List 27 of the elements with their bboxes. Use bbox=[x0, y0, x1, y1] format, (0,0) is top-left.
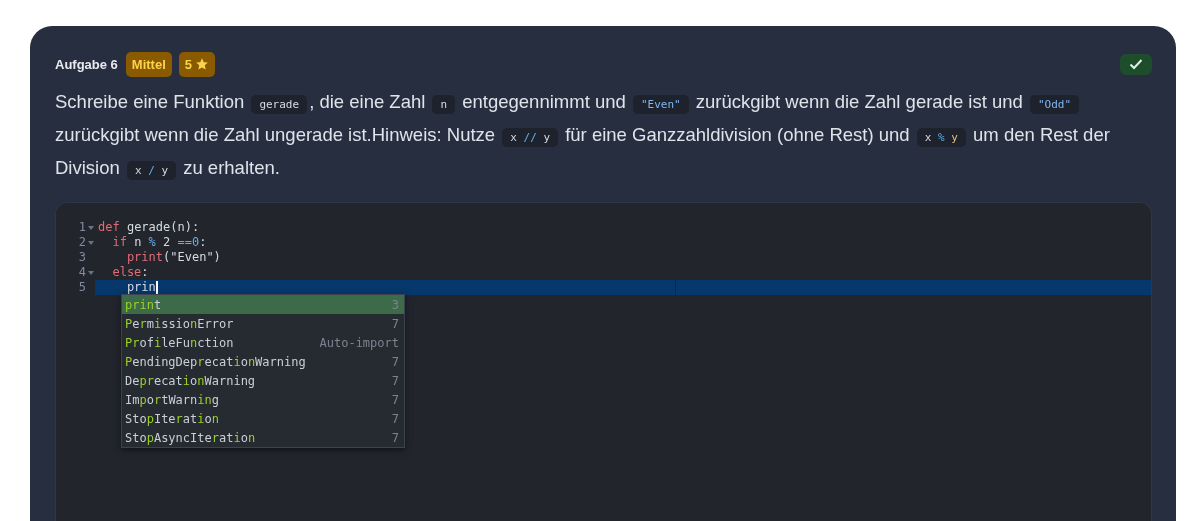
completion-item[interactable]: ProfileFunction Auto-import bbox=[122, 333, 404, 352]
star-icon bbox=[195, 57, 210, 71]
completion-item[interactable]: PermissionError 7 bbox=[122, 314, 404, 333]
code-line: def gerade(n): bbox=[97, 220, 201, 235]
completion-item[interactable]: Impo rtWarning 7 bbox=[122, 390, 404, 409]
line-number: 2 bbox=[77, 235, 86, 250]
task-description: Schreibe eine Funktion gerade , die eine Zahl n entgegennimmt und "Even" zurückgibt wenn die Zahl gerade ist und "Odd" zurückgibt wenn die Zahl ungerade ist.Hinweis: Nutze x // y für eine Ganzzahldivision (ohne Rest) und x % y um den Rest der Division x / y zu erhalten. bbox=[55, 90, 1111, 182]
fold-arrow-icon[interactable] bbox=[87, 240, 94, 245]
code-editor[interactable] bbox=[55, 202, 1152, 521]
fold-arrow-icon[interactable] bbox=[87, 225, 94, 230]
completion-item[interactable]: PendingDeprecationWarning 7 bbox=[122, 352, 404, 371]
line-number: 4 bbox=[77, 265, 86, 280]
difficulty-badge: Mittel bbox=[125, 51, 172, 77]
code-line: if n % 2 ==0: bbox=[111, 235, 208, 250]
code-line: else: bbox=[111, 265, 150, 280]
points-badge: 5 bbox=[178, 51, 216, 77]
line-number: 1 bbox=[77, 220, 86, 235]
fold-arrow-icon[interactable] bbox=[87, 270, 94, 275]
check-icon bbox=[1129, 58, 1143, 70]
completion-item[interactable]: DeprecationWarning 7 bbox=[122, 371, 404, 390]
line-number: 5 bbox=[77, 280, 86, 295]
completion-item[interactable]: StopAsyncIte ration 7 bbox=[122, 428, 404, 447]
line-number: 3 bbox=[77, 250, 86, 265]
code-line: print("Even") bbox=[125, 250, 222, 265]
task-title: Aufgabe 6 bbox=[55, 56, 118, 72]
completion-item[interactable]: print 3 bbox=[122, 295, 404, 314]
completion-item[interactable]: StopIteration 7 bbox=[122, 409, 404, 428]
